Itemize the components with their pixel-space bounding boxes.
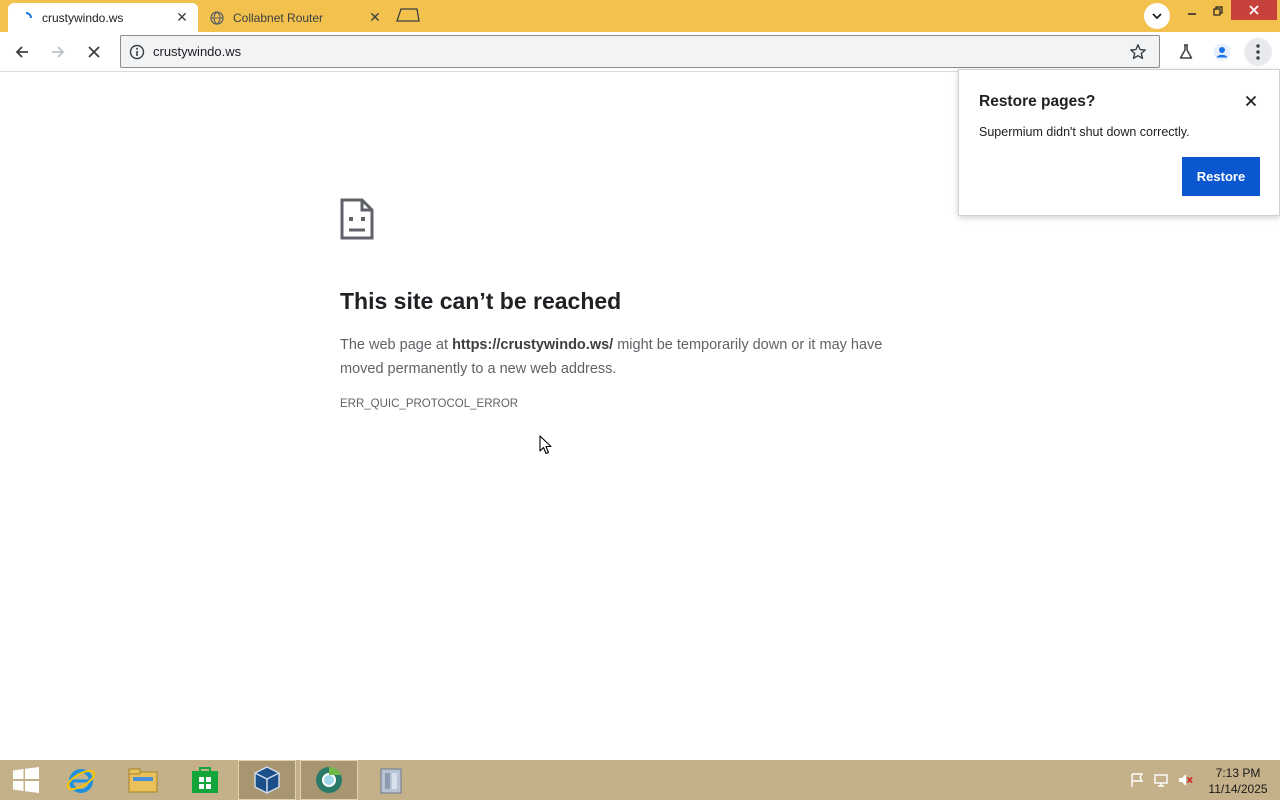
labs-button[interactable] [1172,38,1200,66]
forward-button[interactable] [44,38,72,66]
minimize-icon [1188,13,1196,15]
taskbar-supermium[interactable] [300,760,358,800]
back-button[interactable] [8,38,36,66]
address-text[interactable]: crustywindo.ws [153,44,241,59]
new-tab-button[interactable] [396,8,420,24]
error-desc-prefix: The web page at [340,337,453,353]
info-icon[interactable] [129,44,145,60]
tab-label: crustywindo.ws [42,10,124,25]
tab-label: Collabnet Router [233,10,324,25]
tab-crustywindo[interactable]: crustywindo.ws ✕ [8,3,198,32]
avatar-icon [1213,43,1231,61]
minimize-button[interactable] [1179,0,1205,22]
menu-button[interactable] [1244,38,1272,66]
network-icon[interactable] [1153,772,1169,788]
arrow-right-icon [52,46,65,58]
loading-icon [18,10,34,26]
error-url: https://crustywindo.ws/ [452,337,614,353]
taskbar-file-explorer[interactable] [114,760,172,800]
supermium-icon [316,767,342,793]
tab-search-button[interactable] [1144,3,1170,29]
stop-icon [88,46,100,58]
browser-toolbar: crustywindo.ws [0,32,1280,72]
flask-icon [1179,44,1193,59]
sad-page-icon [340,198,374,240]
taskbar-archive[interactable] [362,760,420,800]
error-code: ERR_QUIC_PROTOCOL_ERROR [340,398,519,410]
internet-explorer-icon [66,769,96,793]
volume-muted-icon[interactable] [1177,772,1193,788]
tab-close-icon[interactable]: ✕ [365,8,385,28]
close-window-button[interactable] [1231,0,1277,20]
clock-date: 11/14/2025 [1208,782,1268,796]
error-description: The web page at https://crustywindo.ws/ … [340,333,920,381]
clock-time: 7:13 PM [1215,766,1261,780]
dialog-message: Supermium didn't shut down correctly. [979,125,1190,139]
title-bar: crustywindo.ws ✕ Collabnet Router ✕ [0,0,1280,32]
restore-pages-dialog: Restore pages? Supermium didn't shut dow… [958,69,1280,216]
three-dots-icon [1256,44,1260,60]
taskbar-internet-explorer[interactable] [52,760,110,800]
bookmark-star-icon[interactable] [1129,43,1147,61]
taskbar: 7:13 PM 11/14/2025 [0,760,1280,800]
close-icon [1249,5,1259,15]
error-title: This site can’t be reached [340,288,622,314]
virtualbox-icon [254,766,280,794]
folder-icon [128,768,158,793]
store-icon [192,767,218,793]
dialog-title: Restore pages? [979,93,1096,110]
close-icon [1245,95,1257,107]
arrow-left-icon [15,46,28,58]
profile-button[interactable] [1208,38,1236,66]
start-button[interactable] [0,760,52,800]
windows-logo-icon [13,767,39,793]
restore-button[interactable]: Restore [1182,157,1260,196]
restore-window-button[interactable] [1205,0,1231,22]
taskbar-store[interactable] [176,760,234,800]
stop-button[interactable] [80,38,108,66]
globe-icon [209,10,225,26]
restore-window-icon [1213,6,1223,16]
tab-collabnet-router[interactable]: Collabnet Router ✕ [201,3,391,32]
dialog-close-button[interactable] [1242,92,1260,110]
chevron-down-icon [1152,13,1162,20]
archive-icon [380,768,402,794]
mouse-cursor-icon [539,435,553,455]
address-bar[interactable]: crustywindo.ws [120,35,1160,68]
tab-close-icon[interactable]: ✕ [172,8,192,28]
action-center-flag-icon[interactable] [1129,772,1145,788]
system-clock[interactable]: 7:13 PM 11/14/2025 [1200,765,1276,797]
taskbar-virtualbox[interactable] [238,760,296,800]
